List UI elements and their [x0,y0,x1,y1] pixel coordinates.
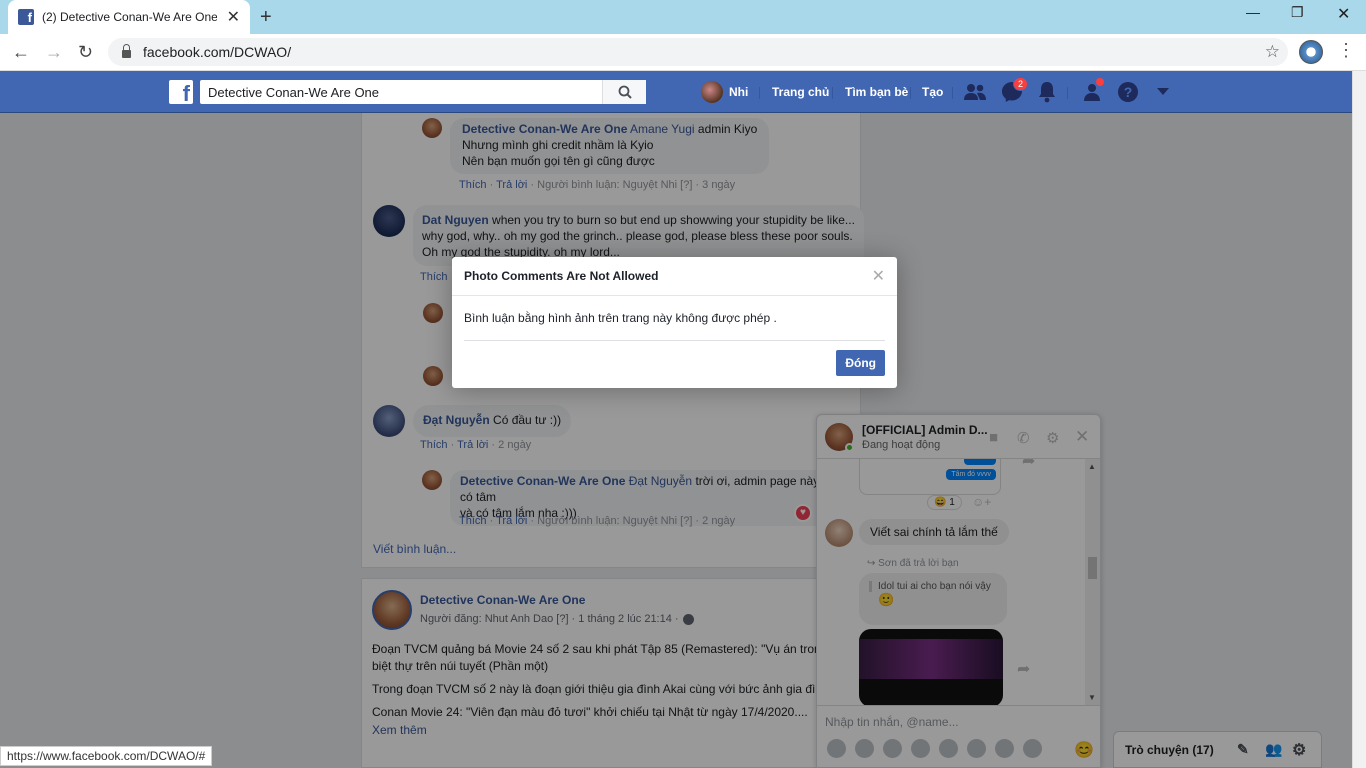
tab-title: (2) Detective Conan-We Are One [42,10,217,24]
facebook-header: f Nhi Trang chủ Tìm bạn bè Tạo 2 ? [0,71,1352,113]
minimize-icon[interactable]: — [1246,4,1260,20]
messages-badge: 2 [1012,77,1028,91]
profile-name: Nhi [729,85,749,99]
pages-icon[interactable] [1080,78,1104,103]
facebook-favicon-icon: f [18,9,34,25]
reload-icon[interactable]: ↻ [78,42,93,63]
notification-dot [1096,78,1104,86]
help-icon[interactable]: ? [1116,81,1140,103]
browser-tab-strip: f (2) Detective Conan-We Are One ✕ + — ❐… [0,0,1366,34]
dialog-header: Photo Comments Are Not Allowed ✕ [452,257,897,296]
svg-text:?: ? [1124,84,1133,100]
close-dialog-icon[interactable]: ✕ [872,266,885,286]
new-tab-icon[interactable]: + [260,6,272,29]
facebook-logo-icon[interactable]: f [169,80,193,105]
page-scrollbar[interactable] [1352,71,1366,768]
menu-kebab-icon[interactable]: ⋮ [1337,40,1355,61]
address-bar: ← → ↻ facebook.com/DCWAO/ ☆ ⋮ [0,34,1366,71]
bookmark-star-icon[interactable]: ☆ [1265,42,1280,62]
divider [952,87,953,99]
url-text: facebook.com/DCWAO/ [143,44,292,60]
divider [832,87,833,99]
photo-comments-dialog: Photo Comments Are Not Allowed ✕ Bình lu… [452,257,897,388]
notifications-bell-icon[interactable] [1035,81,1059,103]
close-button[interactable]: Đóng [836,350,885,376]
account-dropdown-icon[interactable] [1151,81,1175,103]
nav-home[interactable]: Trang chủ [772,81,829,103]
dialog-body: Bình luận bằng hình ảnh trên trang này k… [464,296,885,341]
divider [759,87,760,99]
omnibox[interactable]: facebook.com/DCWAO/ [108,38,1288,66]
divider [910,87,911,99]
restore-icon[interactable]: ❐ [1291,4,1304,21]
browser-tab[interactable]: f (2) Detective Conan-We Are One ✕ [8,0,250,34]
messenger-icon[interactable]: 2 [1000,77,1028,103]
nav-find-friends[interactable]: Tìm bạn bè [845,81,908,103]
close-window-icon[interactable]: ✕ [1337,4,1350,24]
friend-requests-icon[interactable] [963,81,987,103]
search-button[interactable] [602,80,646,104]
forward-icon[interactable]: → [45,42,63,63]
dialog-footer: Đóng [836,350,885,376]
avatar [701,81,723,103]
nav-create[interactable]: Tạo [922,81,943,103]
search-box [200,80,646,104]
search-input[interactable] [200,84,600,100]
search-icon [618,85,632,99]
close-tab-icon[interactable]: ✕ [227,7,240,27]
profile-avatar[interactable] [1299,40,1323,64]
divider [1067,87,1068,99]
lock-icon [122,44,131,58]
profile-link[interactable]: Nhi [701,81,748,103]
back-icon[interactable]: ← [12,42,30,63]
modal-overlay[interactable] [0,113,1352,768]
dialog-title: Photo Comments Are Not Allowed [464,269,659,283]
status-bar-url: https://www.facebook.com/DCWAO/# [0,746,213,766]
